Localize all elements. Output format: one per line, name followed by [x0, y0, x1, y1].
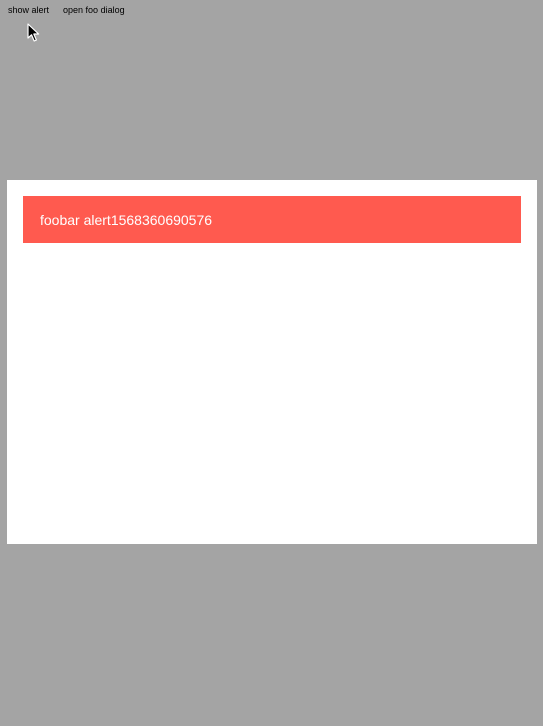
mouse-pointer-icon	[27, 23, 41, 43]
open-foo-dialog-button[interactable]: open foo dialog	[63, 5, 125, 15]
foo-dialog: foobar alert1568360690576	[7, 180, 537, 544]
alert-banner: foobar alert1568360690576	[23, 196, 521, 243]
top-bar: show alert open foo dialog	[8, 5, 125, 15]
alert-message: foobar alert1568360690576	[40, 211, 213, 228]
show-alert-button[interactable]: show alert	[8, 5, 49, 15]
